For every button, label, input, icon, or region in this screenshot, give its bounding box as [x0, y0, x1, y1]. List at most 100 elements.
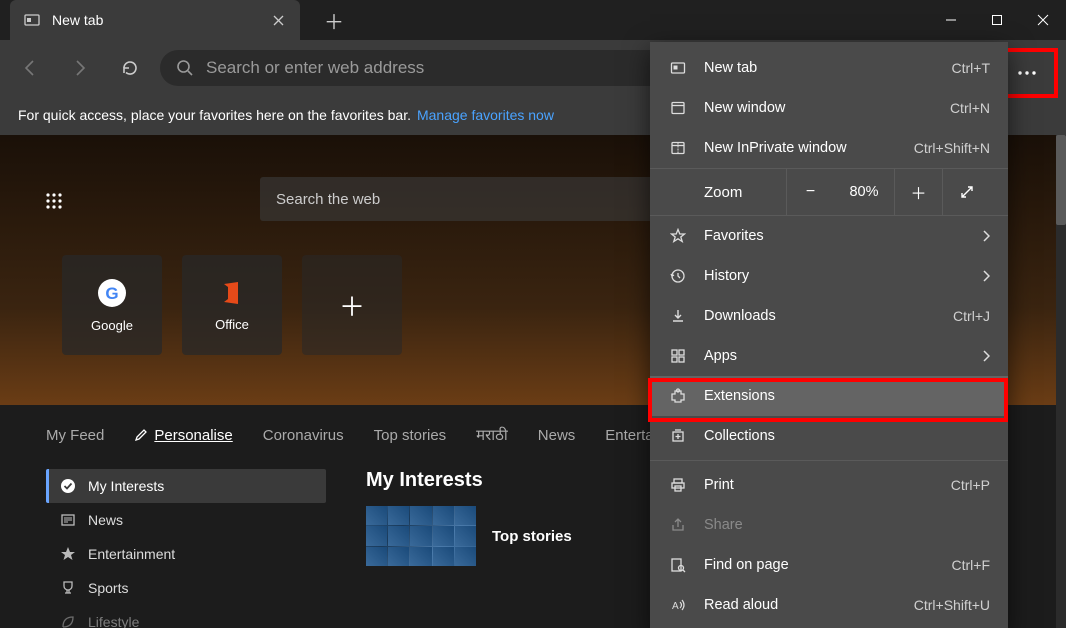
- print-icon: [668, 477, 688, 493]
- menu-label: New tab: [704, 60, 936, 76]
- menu-item-print[interactable]: Print Ctrl+P: [650, 465, 1008, 505]
- tab-title: New tab: [52, 12, 103, 28]
- share-icon: [668, 517, 688, 533]
- maximize-button[interactable]: [974, 0, 1020, 40]
- fullscreen-button[interactable]: [942, 168, 990, 216]
- leaf-icon: [60, 614, 76, 628]
- download-icon: [668, 308, 688, 324]
- pencil-icon: [134, 428, 148, 442]
- menu-item-history[interactable]: History: [650, 256, 1008, 296]
- feed-tab-myfeed[interactable]: My Feed: [46, 427, 104, 444]
- menu-label: Downloads: [704, 308, 937, 324]
- scrollbar-thumb[interactable]: [1056, 135, 1066, 225]
- story-title: Top stories: [492, 528, 572, 545]
- office-logo-icon: [218, 279, 246, 307]
- google-logo-icon: G: [97, 278, 127, 308]
- menu-item-read-aloud[interactable]: A Read aloud Ctrl+Shift+U: [650, 585, 1008, 625]
- menu-item-new-window[interactable]: New window Ctrl+N: [650, 88, 1008, 128]
- menu-label: Extensions: [704, 388, 990, 404]
- menu-shortcut: Ctrl+P: [951, 477, 990, 493]
- menu-zoom-row: Zoom − 80% ＋: [650, 168, 1008, 216]
- close-window-button[interactable]: [1020, 0, 1066, 40]
- story-row[interactable]: Top stories: [366, 506, 686, 566]
- menu-label: Apps: [704, 348, 966, 364]
- menu-item-downloads[interactable]: Downloads Ctrl+J: [650, 296, 1008, 336]
- menu-label: Share: [704, 517, 990, 533]
- menu-item-share: Share: [650, 505, 1008, 545]
- hero-search-placeholder: Search the web: [276, 191, 380, 208]
- forward-button[interactable]: [60, 48, 100, 88]
- address-placeholder: Search or enter web address: [206, 58, 424, 78]
- zoom-value: 80%: [834, 168, 894, 216]
- collections-icon: [668, 428, 688, 444]
- star-icon: [668, 228, 688, 244]
- menu-item-inprivate[interactable]: New InPrivate window Ctrl+Shift+N: [650, 128, 1008, 168]
- extensions-icon: [668, 388, 688, 404]
- browser-tab[interactable]: New tab: [10, 0, 300, 40]
- feed-tab-coronavirus[interactable]: Coronavirus: [263, 427, 344, 444]
- titlebar: New tab ＋: [0, 0, 1066, 40]
- highlight-more-button: [1000, 48, 1058, 98]
- menu-item-find[interactable]: Find on page Ctrl+F: [650, 545, 1008, 585]
- menu-shortcut: Ctrl+N: [950, 100, 990, 116]
- sidebar-item-my-interests[interactable]: My Interests: [46, 469, 326, 503]
- star-icon: [60, 546, 76, 562]
- tab-left: New tab: [24, 12, 103, 28]
- app-launcher-button[interactable]: [38, 185, 80, 217]
- menu-label: New window: [704, 100, 934, 116]
- hero-search-input[interactable]: Search the web: [260, 177, 680, 221]
- chevron-right-icon: [982, 350, 990, 362]
- sidebar-item-news[interactable]: News: [46, 503, 326, 537]
- window-controls: [928, 0, 1066, 40]
- sidebar-item-label: Sports: [88, 580, 128, 596]
- feed-tab-news[interactable]: News: [538, 427, 576, 444]
- feed-tab-marathi[interactable]: मराठी: [476, 425, 508, 445]
- menu-item-favorites[interactable]: Favorites: [650, 216, 1008, 256]
- zoom-in-button[interactable]: ＋: [894, 168, 942, 216]
- sidebar-item-label: Entertainment: [88, 546, 175, 562]
- trophy-icon: [60, 580, 76, 596]
- tile-label: Google: [91, 318, 133, 333]
- quick-links: G Google Office ＋: [62, 255, 402, 355]
- favorites-bar-text: For quick access, place your favorites h…: [18, 107, 411, 123]
- zoom-out-button[interactable]: −: [786, 168, 834, 216]
- interests-sidebar: My Interests News Entertainment Sports: [46, 469, 326, 628]
- menu-label: Favorites: [704, 228, 966, 244]
- menu-item-collections[interactable]: Collections: [650, 416, 1008, 456]
- refresh-button[interactable]: [110, 48, 150, 88]
- sidebar-item-sports[interactable]: Sports: [46, 571, 326, 605]
- new-tab-page-icon: [24, 12, 40, 28]
- new-tab-button[interactable]: ＋: [318, 4, 350, 36]
- sidebar-item-label: My Interests: [88, 478, 164, 494]
- new-tab-icon: [668, 60, 688, 76]
- sidebar-item-entertainment[interactable]: Entertainment: [46, 537, 326, 571]
- menu-item-new-tab[interactable]: New tab Ctrl+T: [650, 48, 1008, 88]
- sidebar-item-lifestyle[interactable]: Lifestyle: [46, 605, 326, 628]
- menu-divider: [650, 460, 1008, 461]
- minimize-button[interactable]: [928, 0, 974, 40]
- manage-favorites-link[interactable]: Manage favorites now: [417, 107, 554, 123]
- feed-tab-label: Personalise: [154, 427, 232, 444]
- tile-google[interactable]: G Google: [62, 255, 162, 355]
- menu-label: Read aloud: [704, 597, 898, 613]
- find-icon: [668, 557, 688, 573]
- menu-label: New InPrivate window: [704, 140, 898, 156]
- back-button[interactable]: [10, 48, 50, 88]
- feed-tab-personalise[interactable]: Personalise: [134, 427, 232, 444]
- menu-label: History: [704, 268, 966, 284]
- add-tile-button[interactable]: ＋: [302, 255, 402, 355]
- menu-shortcut: Ctrl+J: [953, 308, 990, 324]
- menu-item-apps[interactable]: Apps: [650, 336, 1008, 376]
- history-icon: [668, 268, 688, 284]
- menu-label: Collections: [704, 428, 990, 444]
- feed-tab-topstories[interactable]: Top stories: [374, 427, 447, 444]
- read-aloud-icon: A: [668, 597, 688, 613]
- tile-office[interactable]: Office: [182, 255, 282, 355]
- sidebar-item-label: News: [88, 512, 123, 528]
- chevron-right-icon: [982, 230, 990, 242]
- interests-heading: My Interests: [366, 469, 686, 492]
- browser-window: New tab ＋ Search or enter web address Fo…: [0, 0, 1066, 628]
- menu-item-extensions[interactable]: Extensions: [650, 376, 1008, 416]
- close-tab-button[interactable]: [270, 12, 286, 28]
- menu-shortcut: Ctrl+F: [952, 557, 991, 573]
